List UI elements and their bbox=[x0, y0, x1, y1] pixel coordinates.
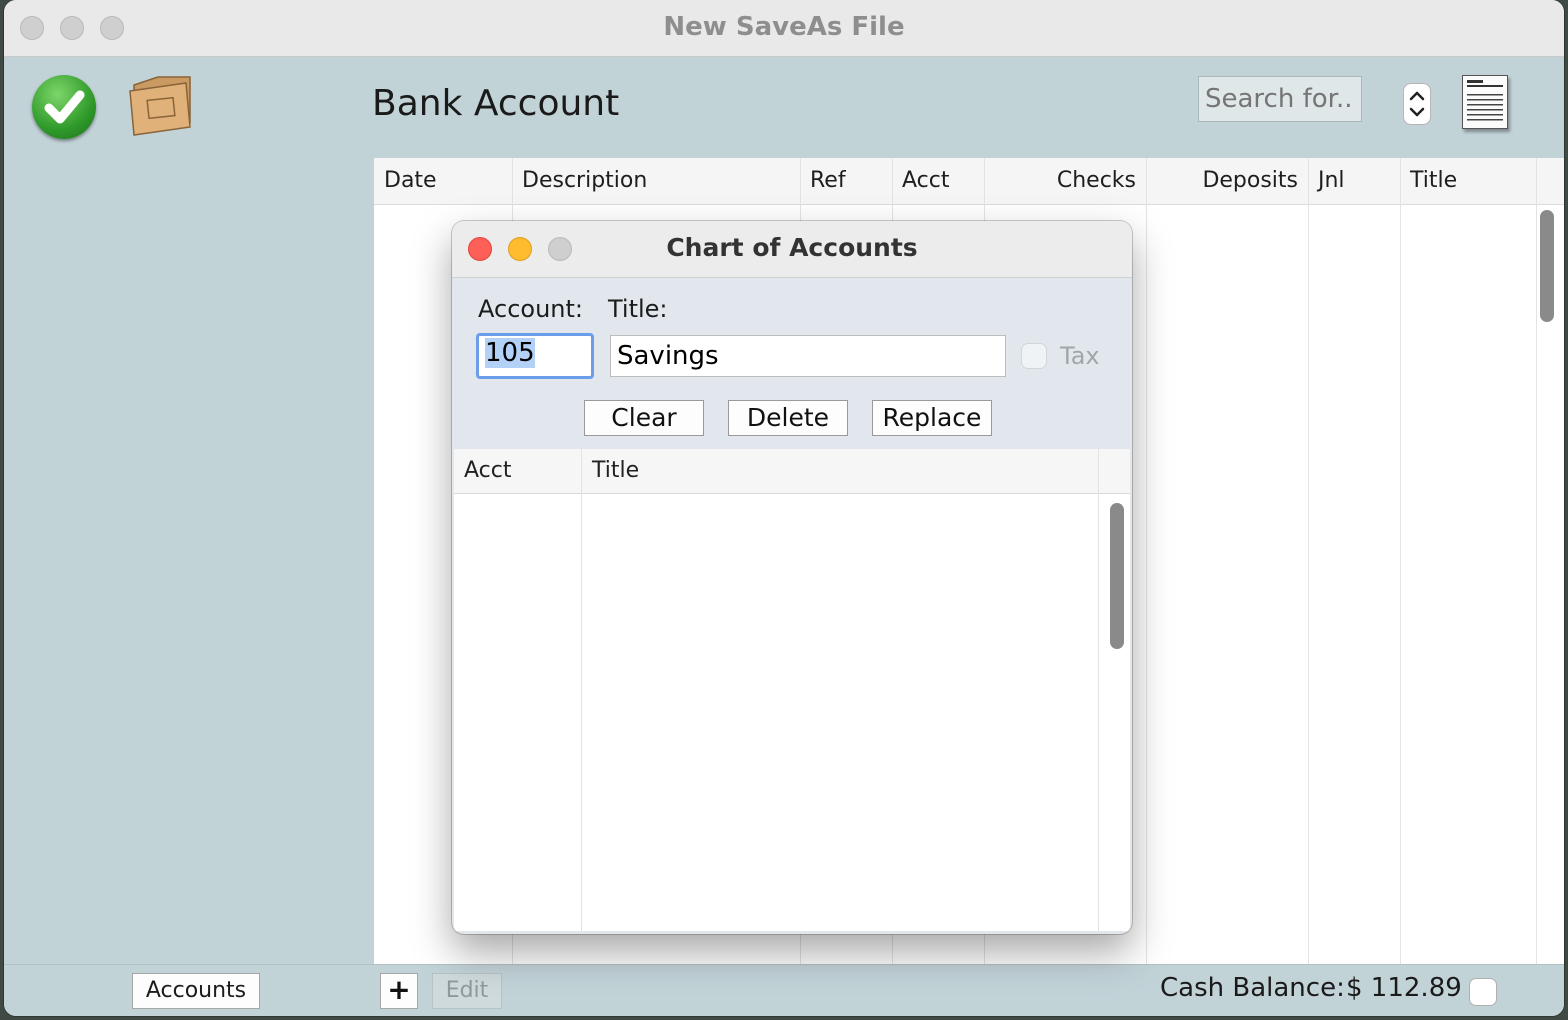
tax-label: Tax bbox=[1060, 342, 1100, 370]
chart-of-accounts-dialog: Chart of Accounts Account: Title: 105 Sa… bbox=[452, 221, 1132, 934]
column-header-title[interactable]: Title bbox=[1400, 158, 1536, 204]
tax-checkbox[interactable] bbox=[1022, 344, 1046, 368]
edit-button[interactable]: Edit bbox=[432, 973, 502, 1009]
window-title: New SaveAs File bbox=[663, 12, 905, 42]
add-button[interactable]: + bbox=[380, 973, 418, 1009]
dialog-titlebar: Chart of Accounts bbox=[452, 221, 1132, 278]
accounts-list[interactable]: Acct Title bbox=[454, 449, 1130, 931]
register-header: Date Description Ref Acct Checks Deposit… bbox=[374, 158, 1564, 205]
folder-icon[interactable] bbox=[128, 75, 194, 137]
page-title: Bank Account bbox=[372, 83, 620, 124]
cash-balance-checkbox[interactable] bbox=[1470, 979, 1496, 1005]
delete-button[interactable]: Delete bbox=[728, 400, 848, 436]
dialog-title: Chart of Accounts bbox=[666, 233, 918, 262]
column-header-deposits[interactable]: Deposits bbox=[1146, 158, 1308, 204]
search-input[interactable] bbox=[1198, 76, 1362, 122]
title-label: Title: bbox=[608, 295, 668, 323]
column-header-jnl[interactable]: Jnl bbox=[1308, 158, 1400, 204]
column-header-acct[interactable]: Acct bbox=[892, 158, 984, 204]
bottom-bar: Accounts + Edit Cash Balance: $ 112.89 bbox=[4, 964, 1564, 1016]
accounts-list-header: Acct Title bbox=[454, 449, 1130, 494]
list-column-divider bbox=[581, 449, 582, 931]
title-input[interactable]: Savings bbox=[610, 335, 1006, 377]
list-header-title[interactable]: Title bbox=[592, 449, 639, 493]
account-input[interactable]: 105 bbox=[476, 333, 594, 379]
cash-balance-value: $ 112.89 bbox=[1346, 973, 1462, 1003]
sidebar bbox=[4, 156, 372, 964]
column-header-ref[interactable]: Ref bbox=[800, 158, 892, 204]
column-divider bbox=[1400, 158, 1401, 964]
clear-button[interactable]: Clear bbox=[584, 400, 704, 436]
toolbar: Bank Account bbox=[4, 57, 1564, 156]
accounts-button[interactable]: Accounts bbox=[132, 973, 260, 1009]
cash-balance-label: Cash Balance: bbox=[1160, 973, 1345, 1003]
column-header-checks[interactable]: Checks bbox=[984, 158, 1146, 204]
list-column-divider bbox=[1098, 449, 1099, 931]
document-icon[interactable] bbox=[1462, 75, 1508, 129]
column-divider bbox=[1146, 158, 1147, 964]
register-scrollbar[interactable] bbox=[1540, 210, 1554, 322]
list-header-acct[interactable]: Acct bbox=[464, 449, 511, 493]
column-divider bbox=[1308, 158, 1309, 964]
column-divider bbox=[1536, 158, 1537, 964]
account-input-value: 105 bbox=[485, 338, 535, 368]
column-header-date[interactable]: Date bbox=[374, 158, 512, 204]
stepper-icon[interactable] bbox=[1404, 84, 1430, 124]
column-header-description[interactable]: Description bbox=[512, 158, 800, 204]
accounts-list-scrollbar[interactable] bbox=[1110, 503, 1124, 649]
window-titlebar: New SaveAs File bbox=[4, 0, 1564, 57]
replace-button[interactable]: Replace bbox=[872, 400, 992, 436]
checkmark-icon[interactable] bbox=[32, 75, 96, 139]
account-label: Account: bbox=[478, 295, 583, 323]
